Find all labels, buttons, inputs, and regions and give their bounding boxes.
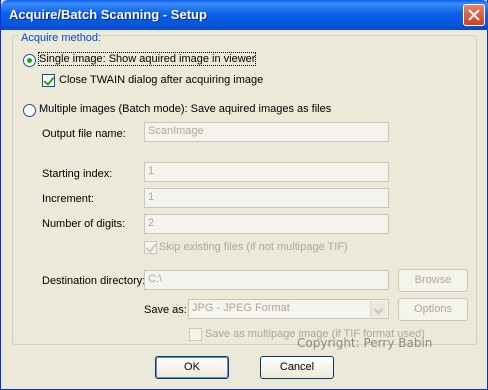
save-as-value: JPG - JPEG Format <box>192 302 290 314</box>
options-button[interactable]: Options <box>398 298 468 321</box>
close-twain-checkbox[interactable] <box>42 74 55 87</box>
single-image-label[interactable]: Single image: Show aquired image in view… <box>37 52 257 66</box>
increment-label: Increment: <box>42 193 94 205</box>
destination-directory-field[interactable]: C:\ <box>144 270 389 290</box>
title-bar[interactable]: Acquire/Batch Scanning - Setup <box>1 0 488 30</box>
save-as-select[interactable]: JPG - JPEG Format <box>188 299 389 319</box>
multiple-images-label[interactable]: Multiple images (Batch mode): Save aquir… <box>39 103 331 115</box>
starting-index-label: Starting index: <box>42 168 113 180</box>
number-of-digits-field[interactable]: 2 <box>144 214 389 234</box>
output-file-name-field[interactable]: ScanImage <box>144 122 389 142</box>
close-twain-label[interactable]: Close TWAIN dialog after acquiring image <box>59 74 263 86</box>
multiple-images-radio[interactable] <box>23 104 36 117</box>
destination-directory-label: Destination directory: <box>42 275 146 287</box>
browse-button[interactable]: Browse <box>398 269 468 292</box>
window-title: Acquire/Batch Scanning - Setup <box>9 7 207 22</box>
single-image-radio[interactable] <box>23 54 36 67</box>
copyright-watermark: Copyright: Perry Babin <box>297 336 433 350</box>
multipage-checkbox[interactable] <box>189 328 202 341</box>
starting-index-field[interactable]: 1 <box>144 162 389 182</box>
increment-field[interactable]: 1 <box>144 188 389 208</box>
dialog-window: Acquire/Batch Scanning - Setup Acquire m… <box>0 0 488 390</box>
output-file-name-label: Output file name: <box>42 128 126 140</box>
skip-existing-checkbox[interactable] <box>144 241 157 254</box>
close-icon[interactable] <box>463 4 485 26</box>
save-as-label: Save as: <box>144 304 187 316</box>
cancel-button[interactable]: Cancel <box>260 356 334 379</box>
acquire-method-legend: Acquire method: <box>19 32 104 44</box>
number-of-digits-label: Number of digits: <box>42 218 126 230</box>
ok-button[interactable]: OK <box>155 356 229 379</box>
chevron-down-icon[interactable] <box>370 301 387 317</box>
skip-existing-label[interactable]: Skip existing files (if not multipage TI… <box>159 241 348 253</box>
